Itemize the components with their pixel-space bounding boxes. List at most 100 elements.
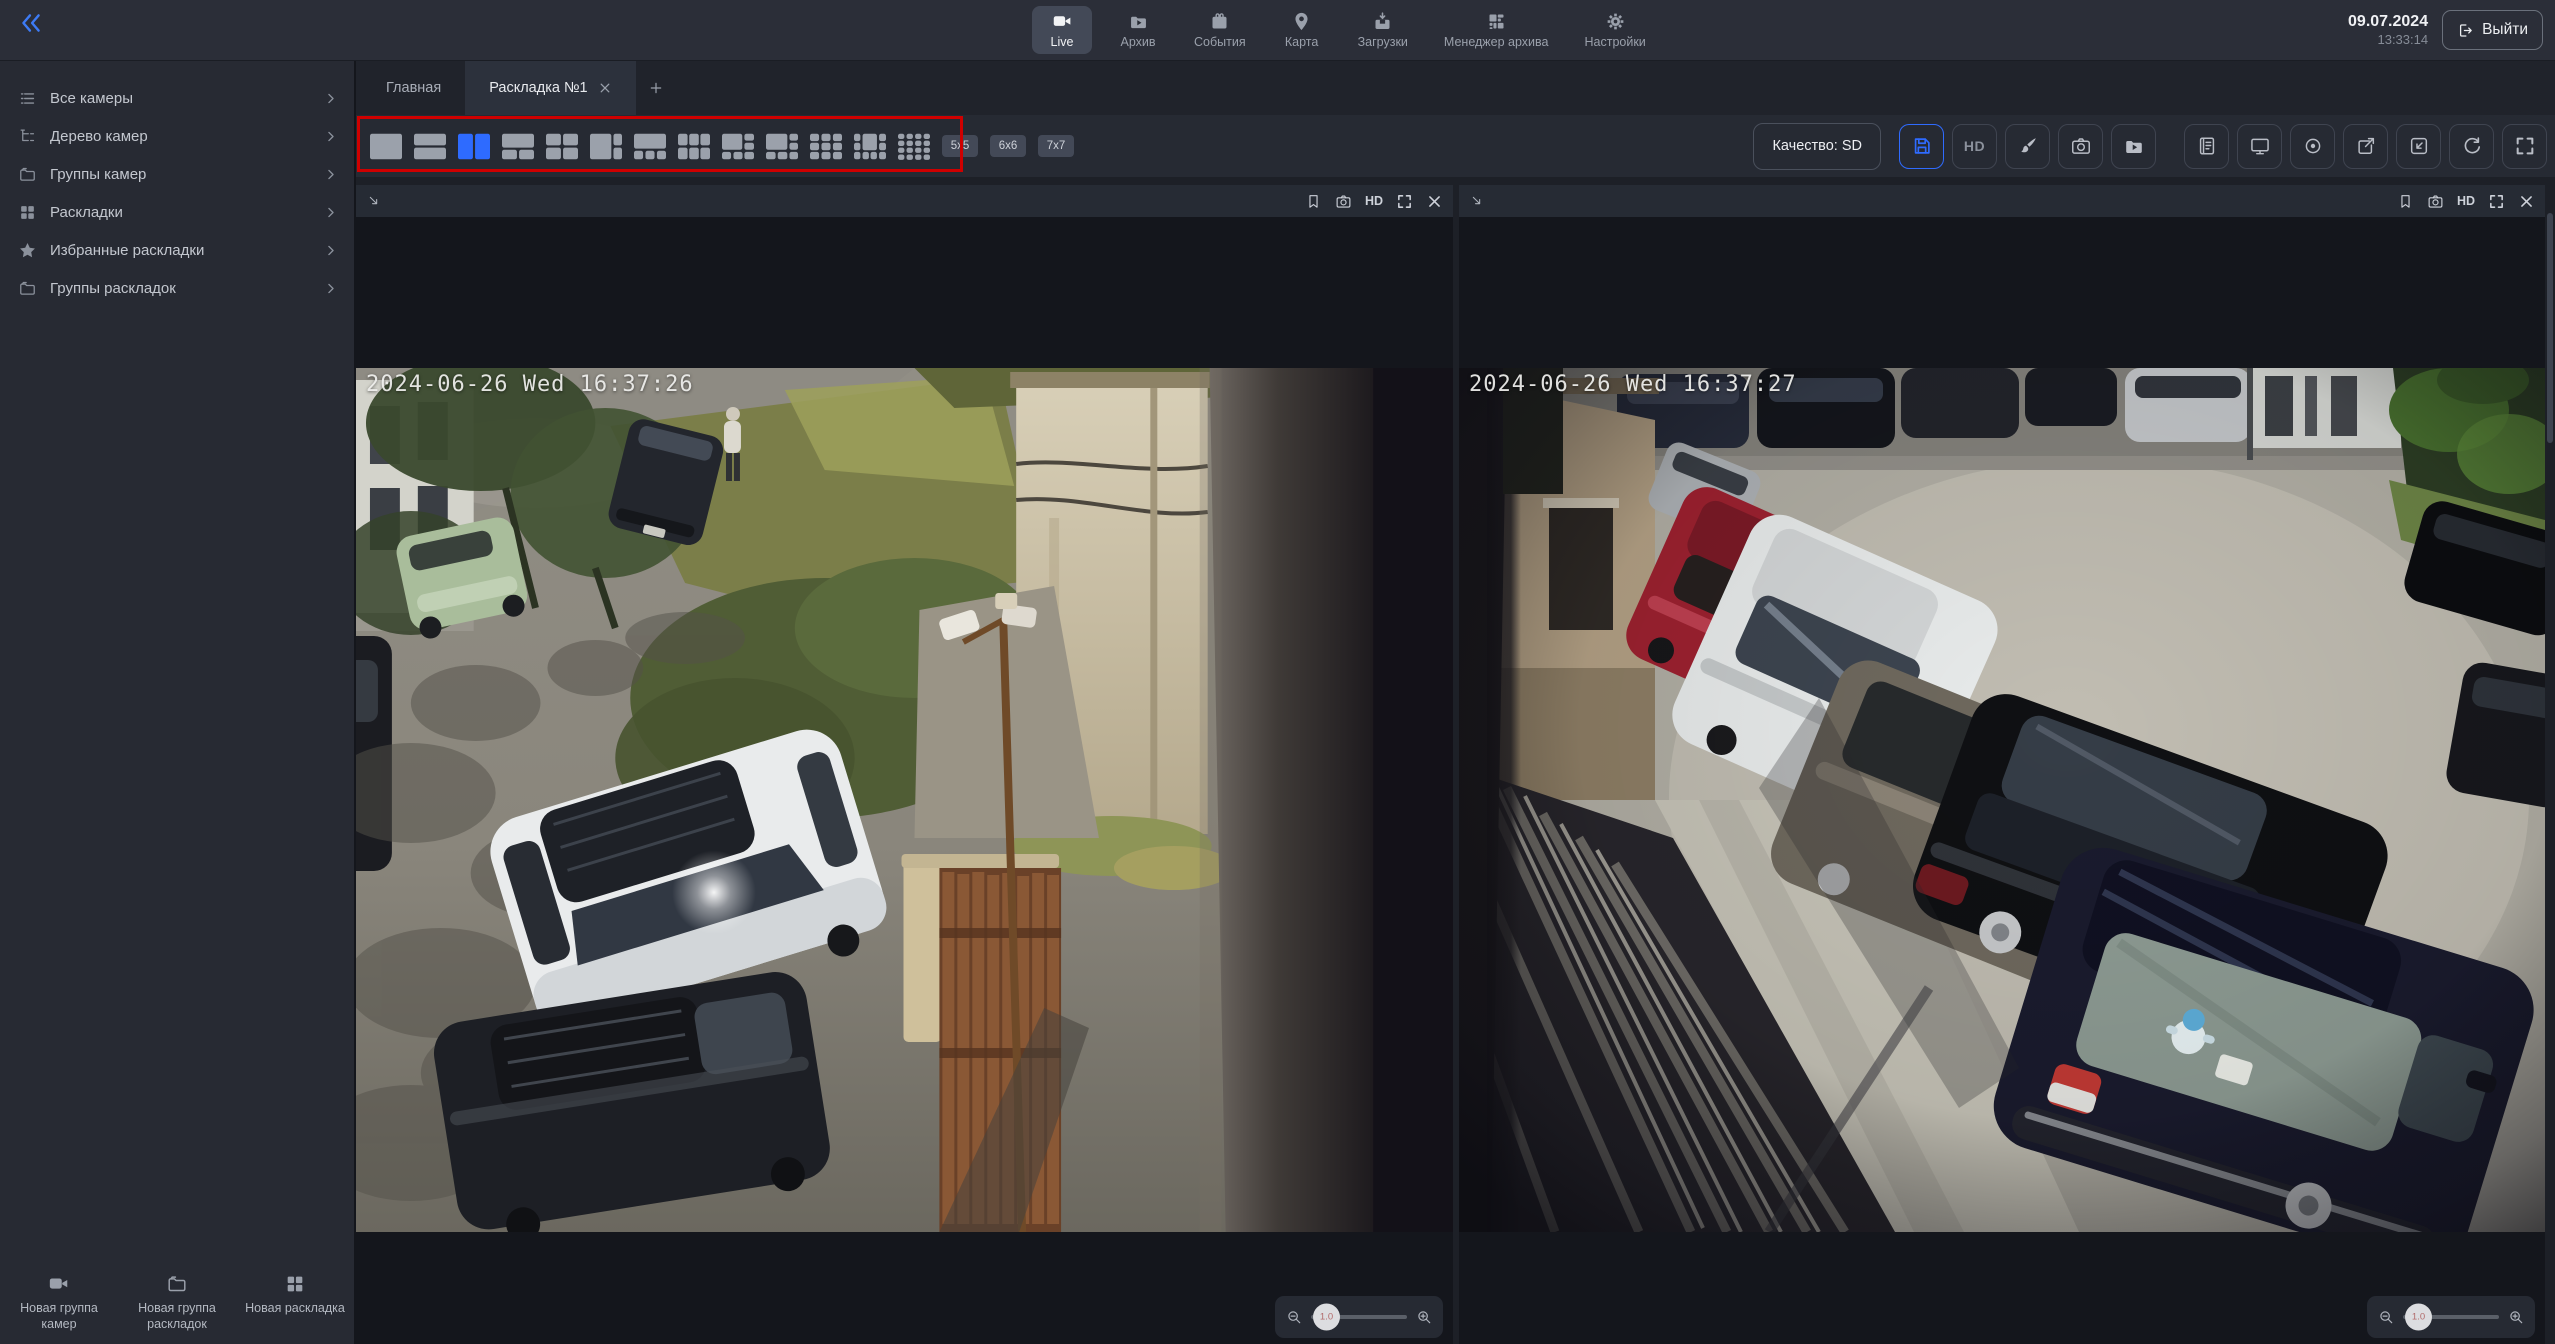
fullscreen-icon[interactable]: [2488, 193, 2505, 210]
nav-archive[interactable]: Архив: [1108, 6, 1168, 54]
zoom-slider[interactable]: 1.0: [2403, 1315, 2499, 1319]
layout-2x2-button[interactable]: [546, 133, 578, 160]
snapshot-button[interactable]: [2058, 124, 2103, 169]
sidebar-item-layout-groups[interactable]: Группы раскладок: [0, 269, 354, 307]
main-nav: Live Архив События Карта Загрузки Менедж…: [1032, 0, 1656, 60]
tab-home[interactable]: Главная: [362, 61, 465, 115]
zoom-slider-handle[interactable]: 1.0: [2405, 1304, 2432, 1331]
layout-2rows-button[interactable]: [414, 133, 446, 160]
brush-icon: [2017, 135, 2039, 157]
sidebar-items: Все камеры Дерево камер Группы камер Рас…: [0, 61, 354, 307]
folder-icon: [166, 1273, 188, 1295]
close-icon[interactable]: [598, 81, 612, 95]
layout-1p3-button[interactable]: [634, 133, 666, 160]
nav-label: Карта: [1285, 35, 1318, 49]
collapse-view-button[interactable]: [2396, 124, 2441, 169]
photo-camera-icon[interactable]: [2427, 193, 2444, 210]
photo-camera-icon[interactable]: [1335, 193, 1352, 210]
monitor-button[interactable]: [2237, 124, 2282, 169]
quality-button[interactable]: Качество: SD: [1753, 123, 1881, 170]
sidebar-item-favorite-layouts[interactable]: Избранные раскладки: [0, 231, 354, 269]
journal-button[interactable]: [2184, 124, 2229, 169]
collapse-sidebar-icon[interactable]: [16, 10, 46, 36]
camera-view-parking[interactable]: 2024-06-26 Wed 16:37:27 1.0: [1459, 217, 2545, 1344]
zoom-out-icon[interactable]: [1285, 1308, 1303, 1326]
zoom-slider[interactable]: 1.0: [1311, 1315, 1407, 1319]
nav-events[interactable]: События: [1184, 6, 1256, 54]
chevron-right-icon: [323, 281, 338, 296]
sidebar-item-camera-tree[interactable]: Дерево камер: [0, 117, 354, 155]
sidebar-item-label: Дерево камер: [50, 128, 148, 145]
new-layout-button[interactable]: Новая раскладка: [236, 1269, 354, 1337]
vertical-scrollbar[interactable]: [2547, 213, 2553, 443]
layout-3x3-button[interactable]: [810, 133, 842, 160]
zoom-in-icon[interactable]: [1415, 1308, 1433, 1326]
sidebar-footer: Новая группа камер Новая группа раскладо…: [0, 1269, 354, 1337]
button-label: Новая раскладка: [245, 1300, 345, 1316]
chevron-right-icon: [323, 205, 338, 220]
zoom-slider-handle[interactable]: 1.0: [1313, 1304, 1340, 1331]
layout-2x3-button[interactable]: [678, 133, 710, 160]
zoom-in-icon[interactable]: [2507, 1308, 2525, 1326]
layout-7x7-button[interactable]: 7x7: [1038, 135, 1074, 157]
logout-button[interactable]: Выйти: [2442, 10, 2543, 50]
current-date: 09.07.2024: [2348, 12, 2428, 32]
layout-6x6-button[interactable]: 6x6: [990, 135, 1026, 157]
fullscreen-icon[interactable]: [1396, 193, 1413, 210]
archive-button[interactable]: [2111, 124, 2156, 169]
sidebar-item-camera-groups[interactable]: Группы камер: [0, 155, 354, 193]
hd-toggle-button[interactable]: HD: [1952, 124, 1997, 169]
layout-1p7-button[interactable]: [722, 133, 754, 160]
zoom-out-icon[interactable]: [2377, 1308, 2395, 1326]
zoom-control: 1.0: [2367, 1296, 2535, 1338]
logout-label: Выйти: [2482, 21, 2528, 39]
layout-1x1-button[interactable]: [370, 133, 402, 160]
nav-archive-manager[interactable]: Менеджер архива: [1434, 6, 1559, 54]
tile-hd-toggle[interactable]: HD: [2457, 194, 2475, 208]
watch-button[interactable]: [2290, 124, 2335, 169]
map-pin-icon: [1291, 11, 1312, 32]
corner-arrow-icon[interactable]: [1469, 193, 1485, 209]
new-camera-group-button[interactable]: Новая группа камер: [0, 1269, 118, 1337]
close-icon[interactable]: [1426, 193, 1443, 210]
close-icon[interactable]: [2518, 193, 2535, 210]
nav-downloads[interactable]: Загрузки: [1348, 6, 1418, 54]
sidebar-item-layouts[interactable]: Раскладки: [0, 193, 354, 231]
monitor-icon: [2249, 135, 2271, 157]
nav-label: События: [1194, 35, 1246, 49]
sidebar-item-label: Группы раскладок: [50, 280, 176, 297]
layout-1p2side-button[interactable]: [590, 133, 622, 160]
chevron-right-icon: [323, 243, 338, 258]
bookmark-icon[interactable]: [2397, 193, 2414, 210]
refresh-button[interactable]: [2449, 124, 2494, 169]
fullscreen-button[interactable]: [2502, 124, 2547, 169]
nav-settings[interactable]: Настройки: [1575, 6, 1656, 54]
bookmark-icon[interactable]: [1305, 193, 1322, 210]
camera-view-courtyard[interactable]: 2024-06-26 Wed 16:37:26 1.0: [356, 217, 1453, 1344]
layout-4x4-button[interactable]: [898, 133, 930, 160]
layout-toolbar: 5x5 6x6 7x7 Качество: SD HD: [356, 115, 2555, 177]
layout-1p2-button[interactable]: [502, 133, 534, 160]
add-tab-button[interactable]: [636, 61, 676, 115]
layout-picker: 5x5 6x6 7x7: [356, 133, 1074, 160]
corner-arrow-icon[interactable]: [366, 193, 382, 209]
brush-button[interactable]: [2005, 124, 2050, 169]
layout-5x5-button[interactable]: 5x5: [942, 135, 978, 157]
camera-video-frame: [356, 368, 1453, 1232]
video-camera-icon: [48, 1273, 70, 1295]
nav-map[interactable]: Карта: [1272, 6, 1332, 54]
save-button[interactable]: [1899, 124, 1944, 169]
new-layout-group-button[interactable]: Новая группа раскладок: [118, 1269, 236, 1337]
tab-layout-1[interactable]: Раскладка №1: [465, 61, 635, 115]
tab-label: Раскладка №1: [489, 80, 587, 96]
tile-hd-toggle[interactable]: HD: [1365, 194, 1383, 208]
nav-live[interactable]: Live: [1032, 6, 1092, 54]
export-button[interactable]: [2343, 124, 2388, 169]
nav-label: Менеджер архива: [1444, 35, 1549, 49]
sidebar-item-all-cameras[interactable]: Все камеры: [0, 79, 354, 117]
shrink-icon: [2408, 135, 2430, 157]
layout-2cols-button[interactable]: [458, 133, 490, 160]
layout-1p5-button[interactable]: [766, 133, 798, 160]
layout-1p12-button[interactable]: [854, 133, 886, 160]
chevron-right-icon: [323, 167, 338, 182]
